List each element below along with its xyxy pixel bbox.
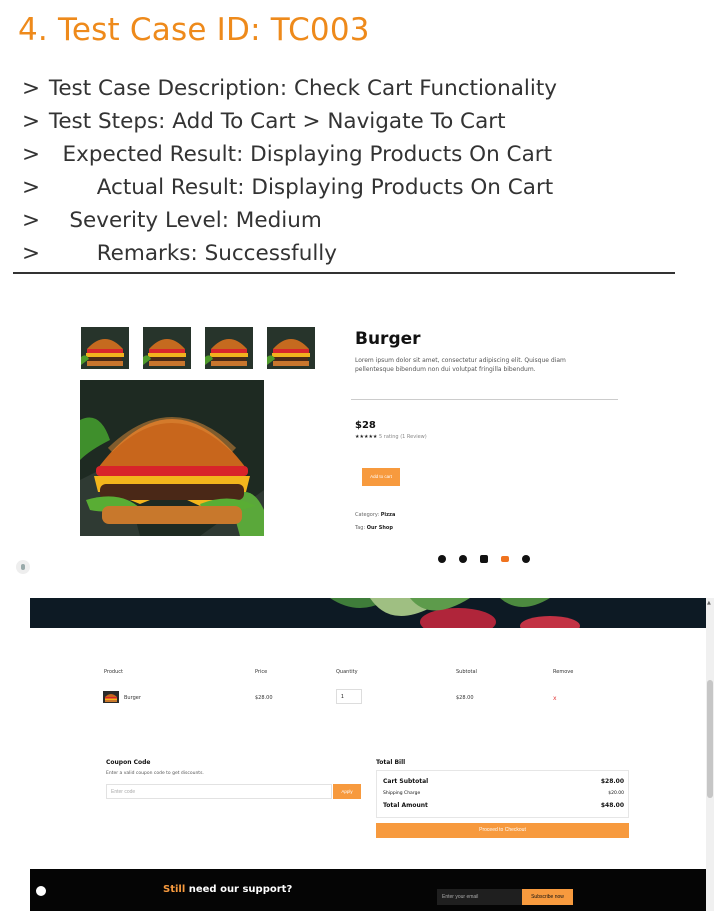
product-description: Lorem ipsum dolor sit amet, consectetur … [355, 357, 566, 373]
salad-banner-image [330, 598, 580, 628]
support-footer-bar [30, 869, 706, 911]
product-title: Burger [355, 329, 421, 349]
cart-item-price: $28.00 [255, 695, 273, 701]
coupon-title: Coupon Code [106, 759, 151, 766]
total-bill-box: Cart Subtotal $28.00 Shipping Charge $20.0… [376, 770, 629, 818]
newsletter-email-input[interactable] [437, 889, 522, 905]
coupon-help-text: Enter a valid coupon code to get discoun… [106, 771, 204, 776]
cart-item-name[interactable]: Burger [124, 695, 141, 701]
proceed-to-checkout-button[interactable]: Proceed to Checkout [376, 823, 629, 838]
bill-row-cart-subtotal: Cart Subtotal $28.00 [383, 778, 624, 785]
slide-title: 4. Test Case ID: TC003 [18, 12, 370, 48]
product-thumbnail[interactable] [267, 327, 315, 369]
youtube-icon[interactable] [501, 556, 509, 562]
product-price: $28 [355, 420, 376, 431]
review-count-link[interactable]: (1 Review) [400, 434, 427, 440]
test-steps-line: > Test Steps: Add To Cart > Navigate To … [22, 109, 506, 134]
expected-result-line: > Expected Result: Displaying Products O… [22, 142, 553, 167]
remove-item-icon[interactable]: x [553, 695, 557, 702]
product-category: Category: Pizza [355, 512, 396, 518]
product-rating: ★★★★★ 5 rating (1 Review) [355, 434, 427, 440]
burger-image [143, 327, 191, 369]
rating-stars: ★★★★★ [355, 434, 378, 440]
column-header-price: Price [255, 669, 268, 675]
burger-image [81, 327, 129, 369]
add-to-cart-button[interactable]: Add to cart [362, 468, 400, 486]
total-bill-title: Total Bill [376, 759, 406, 766]
severity-level-line: > Severity Level: Medium [22, 208, 322, 233]
tag-link[interactable]: Our Shop [367, 525, 393, 531]
coupon-input[interactable] [106, 784, 332, 799]
column-header-product: Product [104, 669, 123, 675]
subscribe-button[interactable]: Subscribe now [522, 889, 573, 905]
quantity-input[interactable] [336, 689, 362, 704]
test-case-description-line: > Test Case Description: Check Cart Func… [22, 76, 557, 101]
actual-result-line: > Actual Result: Displaying Products On … [22, 175, 554, 200]
product-thumbnail[interactable] [205, 327, 253, 369]
product-main-image [80, 380, 264, 536]
product-divider [351, 399, 618, 400]
category-link[interactable]: Pizza [381, 512, 396, 518]
bill-row-shipping: Shipping Charge $20.00 [383, 791, 624, 796]
twitter-icon[interactable] [459, 555, 467, 563]
pinterest-icon[interactable] [522, 555, 530, 563]
product-tag: Tag: Our Shop [355, 525, 393, 531]
cart-item-subtotal: $28.00 [456, 695, 474, 701]
cart-page-screenshot: ▲ Product Price Quantity Subtotal Remove… [30, 598, 714, 911]
cart-item-image [103, 691, 119, 703]
slide-divider [13, 272, 675, 274]
remarks-line: > Remarks: Successfully [22, 241, 337, 266]
column-header-remove: Remove [553, 669, 574, 675]
product-thumbnail[interactable] [81, 327, 129, 369]
burger-image [205, 327, 253, 369]
burger-image [80, 380, 264, 536]
column-header-subtotal: Subtotal [456, 669, 477, 675]
column-header-quantity: Quantity [336, 669, 358, 675]
bill-row-total-amount: Total Amount $48.00 [383, 802, 624, 809]
burger-image [267, 327, 315, 369]
burger-image [103, 691, 119, 703]
apply-coupon-button[interactable]: Apply [333, 784, 361, 799]
instagram-icon[interactable] [480, 555, 488, 563]
scroll-up-arrow-icon[interactable]: ▲ [707, 600, 711, 606]
accessibility-icon[interactable] [16, 560, 30, 574]
product-thumbnail[interactable] [143, 327, 191, 369]
cart-hero-banner [30, 598, 706, 628]
support-heading: Still need our support? [163, 884, 293, 895]
chat-icon[interactable] [36, 886, 46, 896]
rating-count: 5 rating [379, 434, 399, 440]
scrollbar-thumb[interactable] [707, 680, 713, 798]
facebook-icon[interactable] [438, 555, 446, 563]
